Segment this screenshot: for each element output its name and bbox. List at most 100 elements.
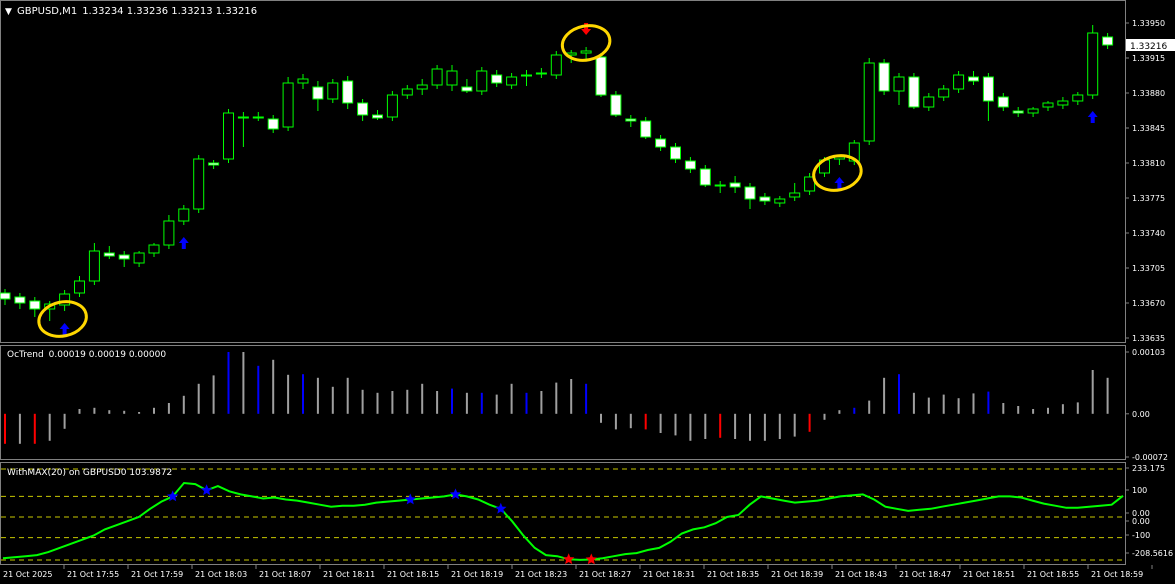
candle [103, 246, 115, 259]
bull-candle-body [446, 70, 458, 86]
candle [982, 73, 994, 121]
bull-candle-body [401, 88, 413, 96]
bear-candle-body [461, 86, 473, 92]
buy-arrow-icon [1087, 111, 1098, 123]
bear-candle-body [640, 120, 652, 138]
bear-candle-body [103, 252, 115, 257]
octrend-tick-label: 0.00103 [1132, 348, 1165, 357]
bull-candle-body [774, 198, 786, 204]
bear-candle-body [759, 196, 771, 202]
bear-candle-body [357, 102, 369, 116]
candle [655, 135, 667, 151]
candle [699, 165, 711, 187]
upper-star-icon [404, 493, 416, 505]
bull-candle-body [953, 74, 965, 90]
candle [297, 74, 309, 89]
time-tick-label: 21 Oct 18:11 [323, 570, 375, 579]
candle [1012, 107, 1024, 117]
candle [0, 289, 11, 305]
bull-candle-body [297, 78, 309, 84]
candle [535, 68, 547, 78]
bull-candle-body [535, 72, 547, 75]
candle [372, 110, 383, 120]
candle [14, 293, 26, 309]
bull-candle-body [193, 158, 205, 210]
candle [1102, 33, 1114, 49]
candle [953, 71, 965, 93]
octrend-name: OcTrend [7, 350, 44, 360]
buy-arrow-icon [59, 323, 70, 335]
bear-candle-body [744, 186, 756, 200]
triangle-down-icon[interactable]: ▼ [5, 7, 12, 17]
candle [1072, 92, 1084, 105]
candle [1027, 107, 1039, 117]
bear-candle-body [0, 292, 11, 300]
candle [342, 76, 354, 109]
bull-candle-body [386, 94, 398, 118]
withmax-tick-label: 100 [1132, 486, 1147, 495]
lower-star-icon [585, 553, 597, 565]
signal-arrows-layer [59, 23, 1098, 335]
candle [282, 77, 294, 131]
candle [252, 112, 264, 121]
candle [640, 117, 652, 139]
bull-candle-body [863, 62, 875, 142]
candle [327, 79, 339, 103]
lower-star-icon [563, 553, 575, 565]
bull-candle-body [237, 116, 249, 119]
withmax-axis: 233.1751000.000.00-100-208.5616 [1125, 464, 1173, 558]
bull-candle-body [163, 220, 175, 246]
price-tick-label: 1.33775 [1132, 194, 1165, 203]
current-price-marker: 1.33216 [1126, 39, 1175, 52]
bear-candle-body [14, 296, 26, 304]
bull-candle-body [431, 68, 443, 86]
price-tick-label: 1.33810 [1132, 159, 1165, 168]
bear-candle-body [982, 76, 994, 102]
bear-candle-body [29, 300, 41, 310]
candle [431, 65, 443, 89]
bear-candle-body [610, 94, 622, 116]
bull-candle-body [1042, 102, 1054, 108]
withmax-tick-label: -100 [1132, 531, 1150, 540]
candle [863, 58, 875, 145]
time-tick-label: 21 Oct 18:03 [195, 570, 247, 579]
buy-arrow-icon [834, 177, 845, 189]
bull-candle-body [923, 96, 935, 108]
bull-candle-body [550, 54, 562, 76]
bull-candle-body [789, 192, 801, 198]
price-tick-label: 1.33950 [1132, 19, 1165, 28]
trading-chart[interactable]: 1.33950 1.33915 1.33880 1.33845 1.33810 1.337… [0, 0, 1175, 584]
candle [684, 157, 696, 173]
bull-candle-body [938, 88, 950, 98]
candle [759, 193, 771, 205]
time-tick-label: 21 Oct 18:43 [835, 570, 887, 579]
time-tick-label: 21 Oct 17:55 [67, 570, 119, 579]
price-tick-label: 1.33915 [1132, 54, 1165, 63]
bull-candle-body [282, 82, 294, 128]
withmax-label: WithMAX(20) on GBPUSD0 103.9872 [7, 468, 172, 478]
bull-candle-body [223, 112, 234, 160]
candle [1042, 101, 1054, 111]
bear-candle-body [997, 96, 1009, 108]
bull-candle-body [506, 76, 518, 86]
bear-candle-body [342, 80, 354, 104]
candle [625, 115, 637, 127]
bull-candle-body [476, 70, 488, 92]
bull-candle-body [1072, 94, 1084, 102]
bear-candle-body [968, 76, 979, 82]
bear-candle-body [267, 118, 279, 130]
ohlc-text: 1.33234 1.33236 1.33213 1.33216 [82, 6, 257, 17]
bull-candle-body [74, 280, 85, 294]
bull-candle-body [252, 116, 264, 119]
price-tick-label: 1.33635 [1132, 334, 1165, 343]
candle [923, 93, 935, 111]
candle [789, 183, 801, 201]
candle [908, 73, 920, 109]
candle [74, 276, 85, 297]
bull-candle-body [1027, 108, 1039, 114]
candle [595, 53, 607, 97]
time-tick-label: 21 Oct 18:23 [515, 570, 567, 579]
time-tick-label: 21 Oct 18:47 [899, 570, 951, 579]
price-tick-label: 1.33845 [1132, 124, 1165, 133]
octrend-tick-label: -0.00072 [1132, 453, 1168, 462]
